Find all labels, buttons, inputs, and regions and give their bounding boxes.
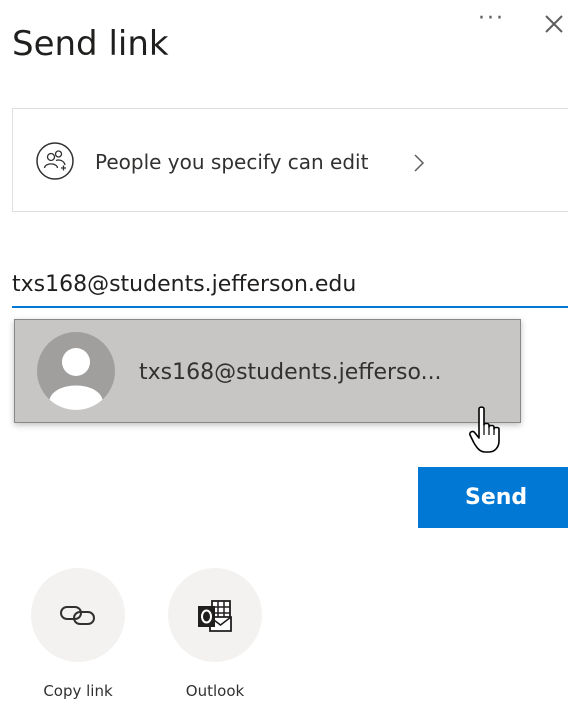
link-icon[interactable] bbox=[31, 568, 125, 662]
more-options-icon[interactable]: ··· bbox=[478, 6, 505, 31]
recipient-input[interactable] bbox=[12, 262, 568, 308]
outlook-label: Outlook bbox=[185, 682, 245, 700]
copy-link-option[interactable]: Copy link bbox=[28, 568, 128, 700]
permission-label: People you specify can edit bbox=[95, 150, 369, 174]
outlook-option[interactable]: Outlook bbox=[165, 568, 265, 700]
permission-settings-button[interactable]: People you specify can edit bbox=[12, 108, 568, 212]
person-avatar-icon bbox=[37, 332, 115, 410]
send-button[interactable]: Send bbox=[418, 467, 568, 528]
dialog-title: Send link bbox=[12, 24, 169, 64]
suggestion-email: txs168@students.jefferso... bbox=[139, 360, 442, 385]
chevron-right-icon bbox=[414, 154, 425, 172]
copy-link-label: Copy link bbox=[43, 682, 113, 700]
recipient-suggestion[interactable]: txs168@students.jefferso... bbox=[14, 319, 521, 423]
hand-cursor-icon bbox=[469, 406, 500, 453]
close-icon[interactable] bbox=[540, 10, 568, 38]
outlook-icon[interactable] bbox=[168, 568, 262, 662]
people-icon bbox=[36, 142, 74, 180]
